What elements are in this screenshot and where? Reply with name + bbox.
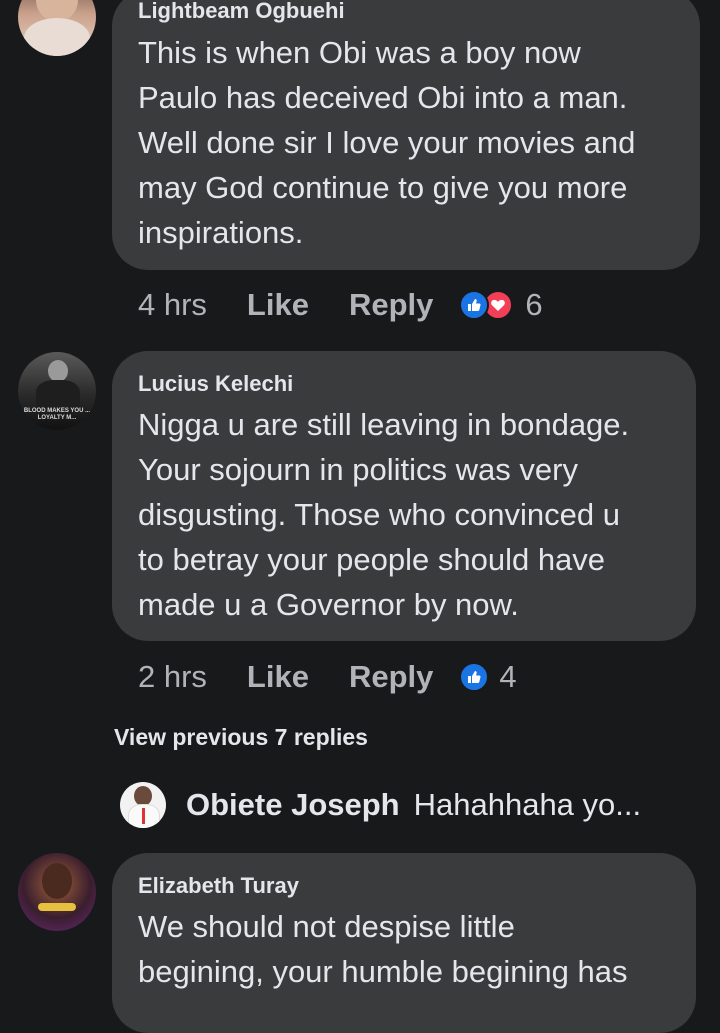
like-button[interactable]: Like — [247, 659, 309, 695]
comment-bubble: Lucius Kelechi Nigga u are still leaving… — [112, 351, 696, 641]
avatar-obiete[interactable] — [120, 782, 166, 828]
reply-button[interactable]: Reply — [349, 287, 433, 323]
comment-author[interactable]: Lucius Kelechi — [138, 371, 670, 397]
reaction-summary[interactable]: 6 — [459, 287, 543, 323]
reply-preview[interactable]: Obiete Joseph Hahahhaha yo... — [120, 780, 641, 830]
comment-author[interactable]: Elizabeth Turay — [138, 873, 670, 899]
comment-actions: 2 hrs Like Reply 4 — [138, 657, 517, 697]
comment-actions: 4 hrs Like Reply 6 — [138, 285, 543, 325]
like-icon — [459, 290, 490, 320]
reaction-count: 4 — [499, 659, 517, 694]
comment-time[interactable]: 4 hrs — [138, 287, 207, 323]
comment-bubble: Lightbeam Ogbuehi This is when Obi was a… — [112, 0, 700, 270]
reply-text: Hahahhaha yo... — [413, 787, 642, 822]
comment-text: Nigga u are still leaving in bondage. Yo… — [138, 407, 630, 622]
reaction-summary[interactable]: 4 — [459, 659, 517, 695]
avatar-elizabeth[interactable] — [18, 853, 96, 931]
view-previous-replies-link[interactable]: View previous 7 replies — [114, 724, 368, 751]
comment-text: We should not despise little begining, y… — [138, 909, 628, 989]
avatar-caption: BLOOD MAKES YOU ... LOYALTY M... — [23, 408, 91, 421]
reply-author[interactable]: Obiete Joseph — [186, 787, 400, 823]
comment-author[interactable]: Lightbeam Ogbuehi — [138, 0, 674, 24]
comment-time[interactable]: 2 hrs — [138, 659, 207, 695]
reply-button[interactable]: Reply — [349, 659, 433, 695]
avatar-lucius[interactable]: BLOOD MAKES YOU ... LOYALTY M... — [18, 352, 96, 430]
reaction-count: 6 — [525, 287, 543, 322]
comment-text: This is when Obi was a boy now Paulo has… — [138, 35, 636, 250]
like-button[interactable]: Like — [247, 287, 309, 323]
like-icon — [459, 662, 490, 692]
avatar-lightbeam[interactable] — [18, 0, 96, 56]
comment-bubble: Elizabeth Turay We should not despise li… — [112, 853, 696, 1033]
